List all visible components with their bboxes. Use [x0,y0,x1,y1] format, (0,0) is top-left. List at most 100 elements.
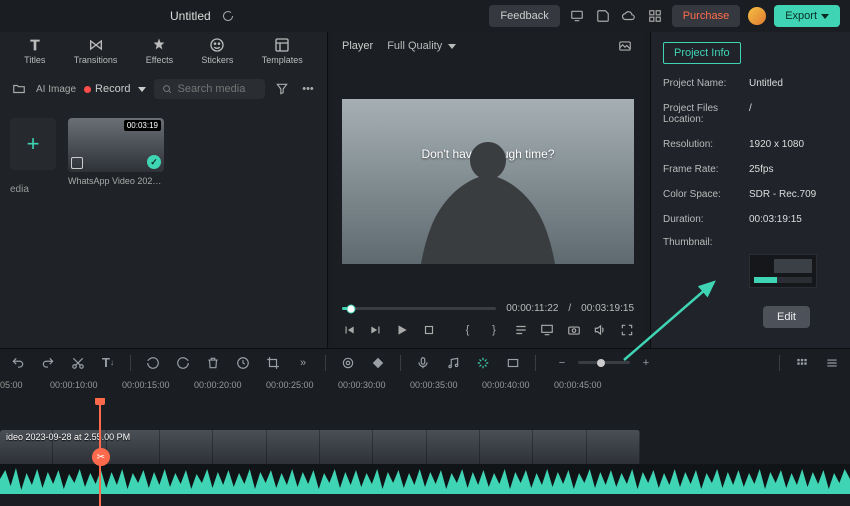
scrubber-thumb[interactable] [347,304,356,313]
value-frame-rate: 25fps [749,164,773,175]
project-info-title: Project Info [663,42,741,64]
text-icon[interactable]: T↓ [100,355,116,371]
record-button[interactable]: Record [84,83,145,95]
filter-icon[interactable] [273,80,291,98]
media-thumbnail[interactable]: 00:03:19 ✓ [68,118,164,172]
mark-out-button[interactable]: } [487,322,502,338]
export-button[interactable]: Export [774,5,840,27]
speed-icon[interactable] [235,355,251,371]
clip-label: ideo 2023-09-28 at 2.55.00 PM [6,432,130,442]
zoom-slider[interactable] [578,361,630,364]
clip-icon [71,157,83,169]
ai-image-button[interactable]: AI Image [36,80,76,98]
delete-icon[interactable] [205,355,221,371]
audio-track[interactable] [0,464,850,494]
purchase-button[interactable]: Purchase [672,5,740,27]
label-color-space: Color Space: [663,189,749,200]
ruler-tick: 00:00:45:00 [554,380,602,390]
next-frame-button[interactable] [369,322,384,338]
fullscreen-icon[interactable] [619,322,634,338]
search-input[interactable] [154,79,266,99]
save-icon[interactable] [594,7,612,25]
asset-tabs: Titles Transitions Effects Stickers Temp… [0,32,327,70]
ruler-tick: 00:00:40:00 [482,380,530,390]
project-title: Untitled [170,7,237,25]
thumbnail-preview [749,254,817,288]
avatar[interactable] [748,7,766,25]
ruler-tick: 00:00:20:00 [194,380,242,390]
display-icon[interactable] [540,322,555,338]
scrubber[interactable] [342,307,496,310]
breadcrumb: edia [10,184,56,195]
crop-icon[interactable] [265,355,281,371]
zoom-out-button[interactable]: − [554,355,570,371]
aspect-icon[interactable] [505,355,521,371]
chevron-down-icon [138,87,146,92]
media-name: WhatsApp Video 202… [68,176,164,186]
check-icon: ✓ [147,155,161,169]
zoom-in-button[interactable]: + [638,355,654,371]
magic-icon[interactable] [475,355,491,371]
zoom-thumb[interactable] [597,359,605,367]
play-button[interactable] [395,322,410,338]
waveform [0,464,850,494]
rotate-cw-icon[interactable] [175,355,191,371]
redo-icon[interactable] [40,355,56,371]
volume-icon[interactable] [593,322,608,338]
media-column: + edia [10,118,56,195]
track-view-icon[interactable] [794,355,810,371]
search-icon [162,83,172,95]
ruler-tick: 00:00:15:00 [122,380,170,390]
grid-icon[interactable] [646,7,664,25]
scissors-icon[interactable]: ✂ [92,448,110,466]
cloud-icon[interactable] [620,7,638,25]
media-item[interactable]: 00:03:19 ✓ WhatsApp Video 202… [68,118,164,186]
quality-select[interactable]: Full Quality [387,40,456,52]
video-viewport[interactable]: Don't have enough time? [342,99,634,264]
label-duration: Duration: [663,214,749,225]
tab-effects[interactable]: Effects [146,37,173,65]
label-resolution: Resolution: [663,139,749,150]
timeline[interactable]: ✂ ideo 2023-09-28 at 2.55.00 PM [0,398,850,506]
ruler-tick: 00:00:10:00 [50,380,98,390]
undo-icon[interactable] [10,355,26,371]
more-icon[interactable]: ••• [299,80,317,98]
audio-icon[interactable] [445,355,461,371]
title-bar: Untitled Feedback Purchase Export [0,0,850,32]
value-duration: 00:03:19:15 [749,214,802,225]
time-current: 00:00:11:22 [506,303,558,314]
project-title-text: Untitled [170,9,211,23]
settings-icon[interactable] [824,355,840,371]
chevron-down-icon [448,44,456,49]
more-tools-icon[interactable]: » [295,355,311,371]
prev-frame-button[interactable] [342,322,357,338]
tab-stickers[interactable]: Stickers [201,37,233,65]
keyframe-icon[interactable] [370,355,386,371]
media-panel: Titles Transitions Effects Stickers Temp… [0,32,328,348]
camera-icon[interactable] [566,322,581,338]
add-media-button[interactable]: + [10,118,56,170]
label-frame-rate: Frame Rate: [663,164,749,175]
feedback-button[interactable]: Feedback [489,5,559,27]
list-icon[interactable] [513,322,528,338]
marker-icon[interactable] [340,355,356,371]
tab-templates[interactable]: Templates [262,37,303,65]
snapshot-icon[interactable] [616,37,634,55]
ruler-tick: 00:00:35:00 [410,380,458,390]
search-field[interactable] [177,83,257,95]
rotate-ccw-icon[interactable] [145,355,161,371]
folder-icon[interactable] [10,80,28,98]
timeline-ruler[interactable]: 05:00 00:00:10:00 00:00:15:00 00:00:20:0… [0,376,850,398]
edit-button[interactable]: Edit [763,306,810,328]
tab-transitions[interactable]: Transitions [74,37,118,65]
cut-icon[interactable] [70,355,86,371]
mic-icon[interactable] [415,355,431,371]
stop-button[interactable] [422,322,437,338]
tab-titles[interactable]: Titles [24,37,45,65]
project-info-panel: Project Info Project Name:Untitled Proje… [650,32,850,348]
video-track[interactable]: ideo 2023-09-28 at 2.55.00 PM [0,430,850,466]
value-location: / [749,103,752,125]
monitor-icon[interactable] [568,7,586,25]
mark-in-button[interactable]: { [460,322,475,338]
chevron-down-icon [821,14,829,19]
